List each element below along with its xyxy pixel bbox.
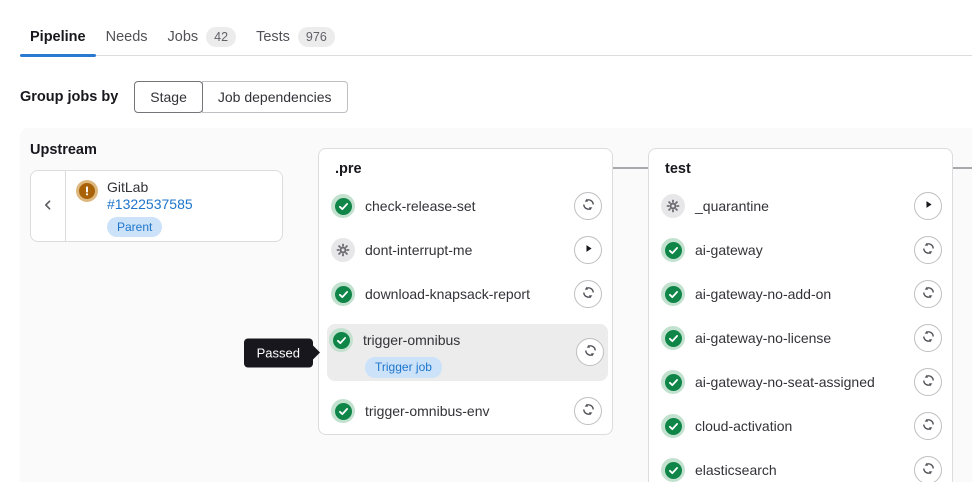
play-icon bbox=[922, 198, 935, 214]
collapse-upstream-button[interactable] bbox=[31, 171, 66, 241]
tab-label: Needs bbox=[106, 29, 148, 45]
stage-column-test: test _quarantine ai-gateway ai-gateway-no-a… bbox=[648, 148, 953, 482]
job-name: _quarantine bbox=[695, 198, 769, 214]
pipeline-graph: Upstream GitLab #1322537585 Parent .pre c… bbox=[20, 128, 972, 482]
trigger-job-badge: Trigger job bbox=[365, 357, 442, 378]
stage-connector-line bbox=[953, 167, 972, 169]
job-name: elasticsearch bbox=[695, 462, 777, 478]
job-row-main: trigger-omnibus bbox=[329, 326, 576, 354]
job-row[interactable]: _quarantine bbox=[659, 192, 942, 220]
chevron-left-icon bbox=[40, 197, 56, 216]
retry-icon bbox=[921, 241, 936, 259]
job-name: trigger-omnibus-env bbox=[365, 403, 490, 419]
retry-job-button[interactable] bbox=[574, 192, 602, 220]
warning-status-icon bbox=[76, 180, 98, 202]
job-row[interactable]: ai-gateway-no-seat-assigned bbox=[659, 368, 942, 396]
retry-icon bbox=[921, 461, 936, 479]
tab-tests[interactable]: Tests 976 bbox=[246, 18, 345, 55]
job-name: ai-gateway-no-seat-assigned bbox=[695, 374, 875, 390]
retry-icon bbox=[581, 197, 596, 215]
success-status-icon bbox=[329, 328, 353, 352]
play-job-button[interactable] bbox=[574, 236, 602, 264]
group-by-segmented-control: Stage Job dependencies bbox=[134, 81, 347, 113]
tab-needs[interactable]: Needs bbox=[96, 18, 158, 55]
job-name: trigger-omnibus bbox=[363, 332, 460, 348]
stage-column-pre: .pre check-release-set dont-interrupt-me do… bbox=[318, 148, 613, 435]
success-status-icon bbox=[661, 370, 685, 394]
success-status-icon bbox=[661, 238, 685, 262]
success-status-icon bbox=[661, 282, 685, 306]
retry-job-button[interactable] bbox=[576, 338, 604, 366]
passed-tooltip: Passed bbox=[244, 338, 313, 367]
tab-jobs[interactable]: Jobs 42 bbox=[158, 18, 247, 55]
tab-label: Tests bbox=[256, 29, 290, 45]
tab-label: Pipeline bbox=[30, 29, 86, 45]
job-name: check-release-set bbox=[365, 198, 476, 214]
job-row[interactable]: elasticsearch bbox=[659, 456, 942, 482]
retry-job-button[interactable] bbox=[914, 368, 942, 396]
retry-job-button[interactable] bbox=[914, 412, 942, 440]
job-name: download-knapsack-report bbox=[365, 286, 530, 302]
job-row[interactable]: trigger-omnibusTrigger jobPassed bbox=[327, 324, 608, 381]
upstream-pipeline-link[interactable]: #1322537585 bbox=[107, 196, 193, 213]
job-name: dont-interrupt-me bbox=[365, 242, 472, 258]
job-row[interactable]: check-release-set bbox=[329, 192, 602, 220]
success-status-icon bbox=[331, 194, 355, 218]
upstream-meta: GitLab #1322537585 Parent bbox=[107, 179, 193, 241]
upstream-section-title: Upstream bbox=[30, 142, 97, 158]
pipeline-page: Pipeline Needs Jobs 42 Tests 976 Group jobs b… bbox=[0, 0, 972, 482]
job-name: cloud-activation bbox=[695, 418, 792, 434]
parent-badge: Parent bbox=[107, 217, 162, 237]
job-row[interactable]: dont-interrupt-me bbox=[329, 236, 602, 264]
play-job-button[interactable] bbox=[914, 192, 942, 220]
success-status-icon bbox=[331, 399, 355, 423]
group-jobs-by-label: Group jobs by bbox=[20, 89, 118, 105]
retry-icon bbox=[583, 343, 598, 361]
play-icon bbox=[582, 242, 595, 258]
upstream-project-name: GitLab bbox=[107, 179, 193, 196]
upstream-card-body: GitLab #1322537585 Parent bbox=[66, 171, 193, 241]
retry-job-button[interactable] bbox=[914, 236, 942, 264]
group-jobs-by-row: Group jobs by Stage Job dependencies bbox=[20, 81, 972, 113]
retry-job-button[interactable] bbox=[914, 324, 942, 352]
tab-count-badge: 42 bbox=[206, 27, 236, 47]
job-name: ai-gateway bbox=[695, 242, 763, 258]
retry-icon bbox=[921, 329, 936, 347]
retry-job-button[interactable] bbox=[914, 280, 942, 308]
retry-icon bbox=[921, 373, 936, 391]
upstream-pipeline-card: GitLab #1322537585 Parent bbox=[30, 170, 283, 242]
stage-title: .pre bbox=[335, 161, 602, 177]
job-row[interactable]: ai-gateway bbox=[659, 236, 942, 264]
group-by-job-dependencies-button[interactable]: Job dependencies bbox=[202, 81, 348, 113]
job-row[interactable]: ai-gateway-no-add-on bbox=[659, 280, 942, 308]
retry-job-button[interactable] bbox=[574, 280, 602, 308]
job-row[interactable]: ai-gateway-no-license bbox=[659, 324, 942, 352]
success-status-icon bbox=[331, 282, 355, 306]
job-row[interactable]: download-knapsack-report bbox=[329, 280, 602, 308]
group-by-stage-button[interactable]: Stage bbox=[134, 81, 203, 113]
retry-job-button[interactable] bbox=[914, 456, 942, 482]
manual-status-icon bbox=[331, 238, 355, 262]
retry-icon bbox=[581, 402, 596, 420]
stage-title: test bbox=[665, 161, 942, 177]
success-status-icon bbox=[661, 326, 685, 350]
success-status-icon bbox=[661, 458, 685, 482]
job-name: ai-gateway-no-add-on bbox=[695, 286, 831, 302]
tab-label: Jobs bbox=[168, 29, 199, 45]
retry-icon bbox=[581, 285, 596, 303]
retry-job-button[interactable] bbox=[574, 397, 602, 425]
pipeline-tabs: Pipeline Needs Jobs 42 Tests 976 bbox=[20, 18, 972, 56]
retry-icon bbox=[921, 285, 936, 303]
job-name: ai-gateway-no-license bbox=[695, 330, 831, 346]
tab-count-badge: 976 bbox=[298, 27, 335, 47]
retry-icon bbox=[921, 417, 936, 435]
job-row[interactable]: cloud-activation bbox=[659, 412, 942, 440]
stage-connector-line bbox=[613, 167, 648, 169]
manual-status-icon bbox=[661, 194, 685, 218]
tab-pipeline[interactable]: Pipeline bbox=[20, 18, 96, 55]
success-status-icon bbox=[661, 414, 685, 438]
job-row[interactable]: trigger-omnibus-env bbox=[329, 397, 602, 425]
